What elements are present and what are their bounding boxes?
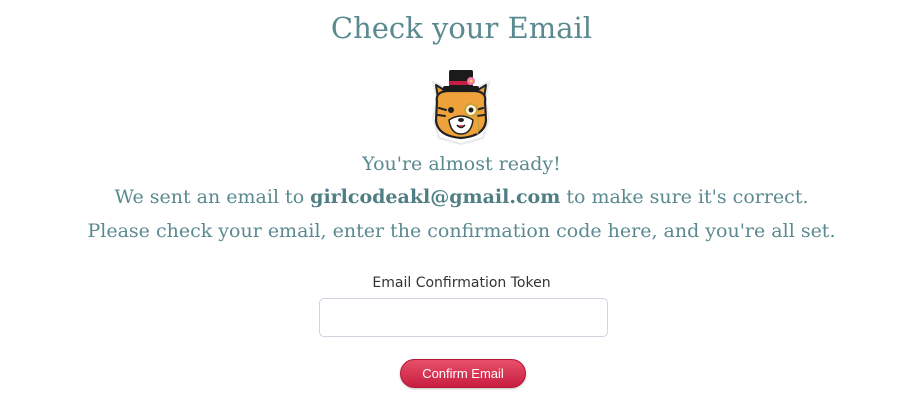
almost-ready-text: You're almost ready! bbox=[362, 153, 561, 175]
confirmation-token-input[interactable] bbox=[319, 298, 608, 337]
instructions-text: Please check your email, enter the confi… bbox=[87, 220, 836, 242]
email-sent-suffix: to make sure it's correct. bbox=[560, 186, 809, 208]
email-sent-prefix: We sent an email to bbox=[114, 186, 311, 208]
email-confirmation-page: Check your Email You're almost ready! We… bbox=[0, 0, 923, 412]
cat-mascot-icon bbox=[427, 68, 495, 148]
recipient-email: girlcodeakl@gmail.com bbox=[310, 186, 561, 208]
page-title: Check your Email bbox=[330, 11, 593, 45]
email-sent-text: We sent an email to girlcodeakl@gmail.co… bbox=[0, 185, 923, 209]
token-field-label: Email Confirmation Token bbox=[372, 275, 551, 291]
confirm-email-button[interactable]: Confirm Email bbox=[400, 359, 526, 388]
